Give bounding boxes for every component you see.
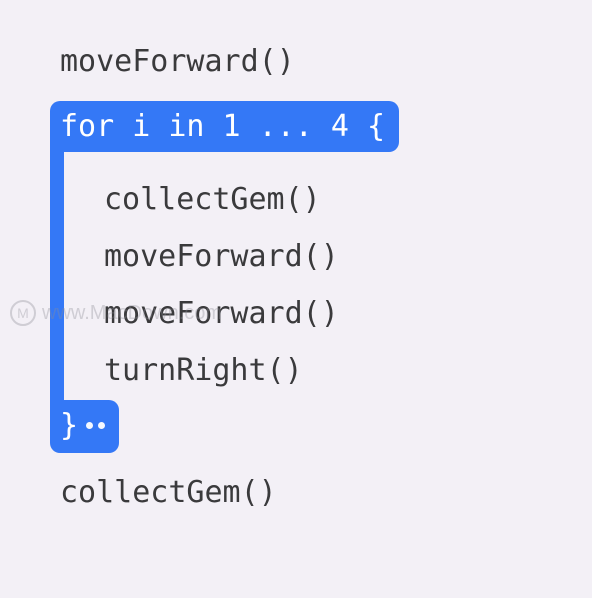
code-line[interactable]: turnRight(): [104, 351, 339, 390]
for-loop-rail: [50, 152, 64, 400]
closing-brace: }: [60, 408, 78, 443]
code-line[interactable]: collectGem(): [104, 180, 339, 219]
ellipsis-icon[interactable]: [86, 422, 105, 429]
watermark-badge-icon: M: [10, 300, 36, 326]
code-editor[interactable]: moveForward() for i in 1 ... 4 { collect…: [50, 40, 542, 514]
code-line[interactable]: moveForward(): [50, 40, 542, 83]
code-line[interactable]: moveForward(): [104, 237, 339, 276]
code-line[interactable]: collectGem(): [50, 471, 542, 514]
for-loop-inner: collectGem() moveForward() moveForward()…: [64, 170, 339, 400]
for-loop-footer-row: }: [50, 400, 542, 453]
for-loop-body: collectGem() moveForward() moveForward()…: [50, 170, 542, 400]
for-loop-footer[interactable]: }: [50, 400, 119, 453]
code-line[interactable]: moveForward(): [104, 294, 339, 333]
for-loop-header[interactable]: for i in 1 ... 4 {: [50, 101, 399, 152]
